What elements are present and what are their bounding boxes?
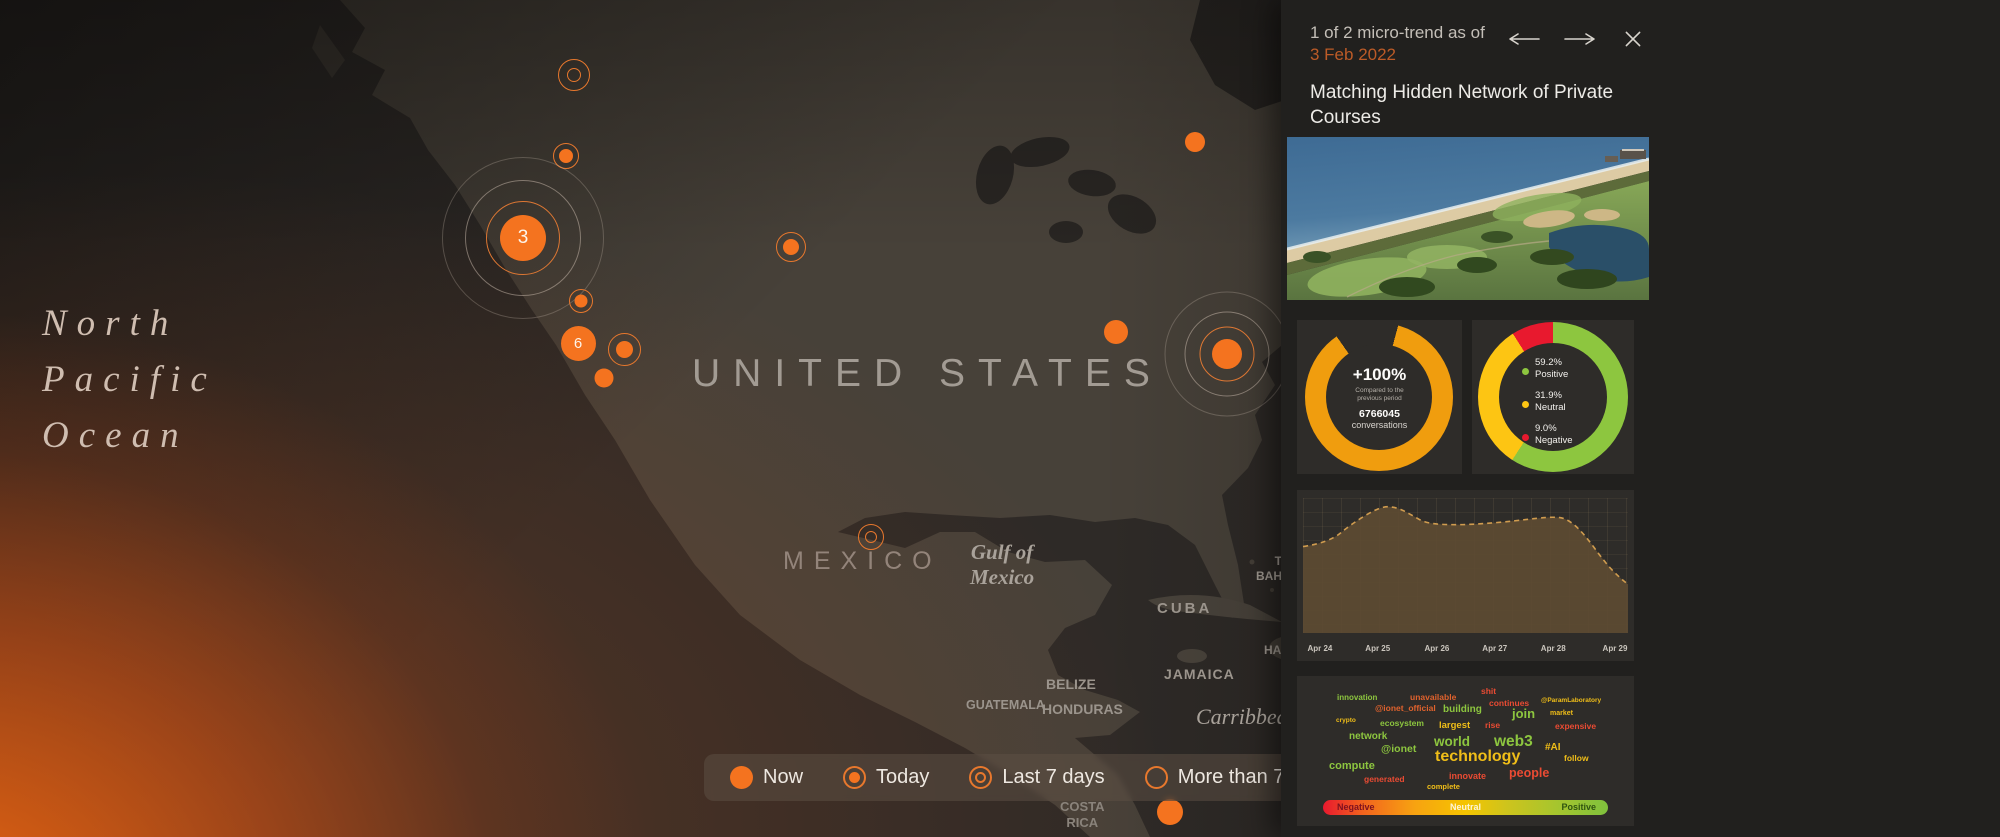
sentiment-legend-negative: 9.0%Negative: [1522, 423, 1573, 447]
wordcloud-term: @ionet_official: [1375, 703, 1436, 713]
geo-trends-app: North Pacific Ocean UNITED STATES MEXICO…: [0, 0, 2000, 837]
wordcloud-term: crypto: [1336, 717, 1356, 724]
sentiment-donut-card: 59.2%Positive 31.9%Neutral 9.0%Negative: [1472, 320, 1634, 474]
map-marker-now[interactable]: [595, 369, 614, 388]
marker-dot: [559, 149, 573, 163]
sentiment-legend-positive: 59.2%Positive: [1522, 357, 1573, 381]
map-marker-rings2[interactable]: [558, 59, 590, 91]
wordcloud-term: innovation: [1337, 693, 1377, 702]
x-axis-tick: Apr 26: [1424, 644, 1449, 653]
x-axis-tick: Apr 25: [1365, 644, 1390, 653]
positive-dot-icon: [1522, 368, 1529, 375]
trend-date: 3 Feb 2022: [1310, 44, 1485, 66]
wordcloud-term: innovate: [1449, 771, 1486, 781]
marker-dot: [783, 239, 799, 255]
previous-arrow-button[interactable]: [1506, 30, 1542, 48]
marker-ring: [865, 531, 877, 543]
marker-ring: [567, 68, 581, 82]
wordcloud-term: world: [1434, 734, 1470, 749]
trend-counter: 1 of 2 micro-trend as of 3 Feb 2022: [1310, 22, 1485, 66]
map-marker-now[interactable]: [1185, 132, 1205, 152]
gradient-label-positive: Positive: [1561, 802, 1596, 812]
legend-item-today[interactable]: Today: [843, 766, 929, 789]
map-marker-now[interactable]: [1104, 320, 1128, 344]
wordcloud-term: rise: [1485, 720, 1500, 730]
next-arrow-button[interactable]: [1562, 30, 1598, 48]
area-chart-plot: [1303, 498, 1628, 633]
wordcloud-term: compute: [1329, 760, 1375, 772]
sentiment-gradient-bar: Negative Neutral Positive: [1323, 800, 1608, 815]
wordcloud-term: complete: [1427, 782, 1460, 791]
trend-title: Matching Hidden Network of Private Cours…: [1310, 80, 1620, 130]
sentiment-legend: 59.2%Positive 31.9%Neutral 9.0%Negative: [1522, 357, 1573, 447]
map-marker-rings2[interactable]: [858, 524, 884, 550]
conversation-count-label: conversations: [1352, 420, 1408, 430]
wordcloud-term: follow: [1564, 753, 1589, 763]
map-marker-cluster[interactable]: [1212, 339, 1242, 369]
sentiment-legend-neutral: 31.9%Neutral: [1522, 390, 1573, 414]
volume-change-value: +100%: [1353, 365, 1406, 385]
map-legend-bar: Now Today Last 7 days More than 7 days a…: [704, 754, 1304, 801]
conversation-count: 6766045: [1359, 408, 1400, 420]
volume-donut-card: +100% Compared to the previous period 67…: [1297, 320, 1462, 474]
wordcloud-term: unavailable: [1410, 692, 1456, 702]
wordcloud-term: shit: [1481, 686, 1496, 696]
trend-navigation: [1506, 28, 1644, 50]
neutral-dot-icon: [1522, 401, 1529, 408]
x-axis-tick: Apr 24: [1307, 644, 1332, 653]
map-marker-now[interactable]: [1157, 799, 1183, 825]
wordcloud-term: @ParamLaboratory: [1541, 697, 1601, 704]
volume-trend-chart-card: Apr 24 Apr 25 Apr 26 Apr 27 Apr 28 Apr 29: [1297, 490, 1634, 661]
marker-dot: [575, 295, 588, 308]
legend-item-last-7-days[interactable]: Last 7 days: [969, 766, 1104, 789]
gradient-label-neutral: Neutral: [1450, 802, 1481, 812]
x-axis-tick-labels: Apr 24 Apr 25 Apr 26 Apr 27 Apr 28 Apr 29: [1303, 644, 1628, 656]
now-marker-icon: [730, 766, 753, 789]
cluster-count: 3: [500, 215, 546, 261]
trend-image: [1287, 137, 1649, 300]
close-icon[interactable]: [1622, 28, 1644, 50]
wordcloud-term: @ionet: [1381, 743, 1416, 755]
today-marker-icon: [843, 766, 866, 789]
wordcloud-term: generated: [1364, 774, 1405, 784]
wordcloud-term: ecosystem: [1380, 718, 1424, 728]
marker-dot: [616, 341, 633, 358]
wordcloud-term: building: [1443, 704, 1482, 715]
micro-trend-panel: 1 of 2 micro-trend as of 3 Feb 2022 Matc…: [1281, 0, 2000, 837]
map-marker-cluster[interactable]: 3: [500, 215, 546, 261]
x-axis-tick: Apr 27: [1482, 644, 1507, 653]
wordcloud-term: technology: [1435, 748, 1520, 766]
cluster-count: 6: [561, 326, 596, 361]
wordcloud-term: expensive: [1555, 721, 1596, 731]
legend-item-now[interactable]: Now: [730, 766, 803, 789]
gradient-label-negative: Negative: [1337, 802, 1375, 812]
x-axis-tick: Apr 28: [1541, 644, 1566, 653]
volume-donut-labels: +100% Compared to the previous period 67…: [1297, 320, 1462, 474]
negative-dot-icon: [1522, 434, 1529, 441]
wordcloud-term: people: [1509, 766, 1549, 780]
map-marker-today[interactable]: [776, 232, 806, 262]
more-than-7-days-marker-icon: [1145, 766, 1168, 789]
area-chart-fill: [1303, 507, 1628, 633]
x-axis-tick: Apr 29: [1603, 644, 1628, 653]
map-marker-today[interactable]: [608, 333, 641, 366]
wordcloud-term: market: [1550, 710, 1573, 717]
wordcloud-term: join: [1512, 706, 1535, 721]
wordcloud-term: network: [1349, 731, 1387, 742]
wordcloud-card: innovationunavailableshitcontinues@Param…: [1297, 676, 1634, 826]
map-marker-today[interactable]: [569, 289, 593, 313]
wordcloud-term: #AI: [1545, 742, 1561, 753]
wordcloud-term: largest: [1439, 720, 1470, 731]
last-7-days-marker-icon: [969, 766, 992, 789]
map-marker-cluster[interactable]: 6: [561, 326, 596, 361]
cluster-count: [1212, 339, 1242, 369]
